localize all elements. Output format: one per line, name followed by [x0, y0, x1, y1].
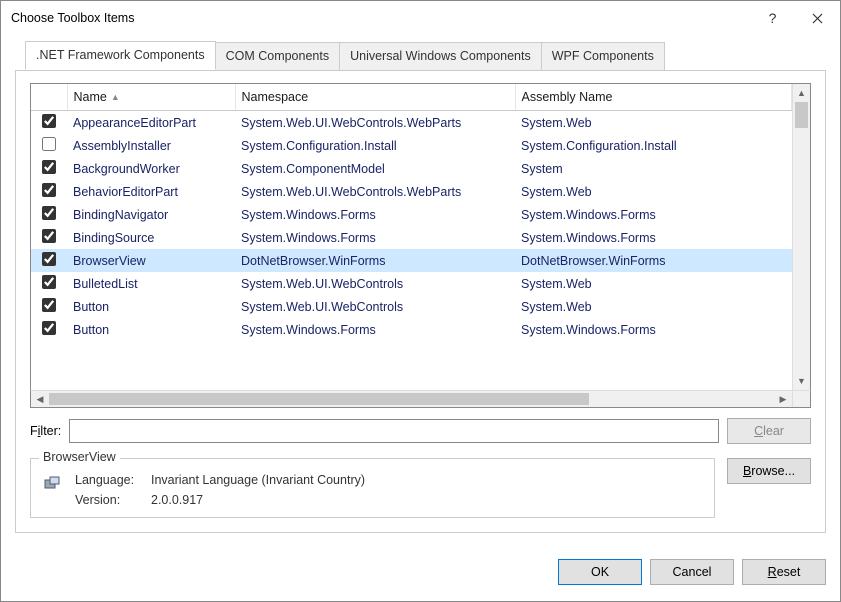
table-row[interactable]: BrowserViewDotNetBrowser.WinFormsDotNetB… [31, 249, 792, 272]
cell-name: AppearanceEditorPart [67, 111, 235, 135]
row-checkbox[interactable] [42, 183, 56, 197]
cell-name: Button [67, 318, 235, 341]
cell-namespace: System.Configuration.Install [235, 134, 515, 157]
cell-assembly: System.Windows.Forms [515, 203, 792, 226]
table-row[interactable]: ButtonSystem.Web.UI.WebControlsSystem.We… [31, 295, 792, 318]
close-icon [812, 13, 823, 24]
titlebar: Choose Toolbox Items ? [1, 1, 840, 35]
tab-com[interactable]: COM Components [216, 42, 341, 71]
row-checkbox[interactable] [42, 252, 56, 266]
table-row[interactable]: BulletedListSystem.Web.UI.WebControlsSys… [31, 272, 792, 295]
clear-button[interactable]: Clear [727, 418, 811, 444]
sort-asc-icon: ▲ [111, 92, 120, 102]
tab-uwp[interactable]: Universal Windows Components [340, 42, 542, 71]
cell-assembly: System [515, 157, 792, 180]
ok-button[interactable]: OK [558, 559, 642, 585]
row-checkbox[interactable] [42, 160, 56, 174]
cell-namespace: System.Web.UI.WebControls [235, 295, 515, 318]
cell-namespace: DotNetBrowser.WinForms [235, 249, 515, 272]
version-value: 2.0.0.917 [151, 493, 365, 507]
cell-namespace: System.Windows.Forms [235, 226, 515, 249]
cell-namespace: System.Web.UI.WebControls.WebParts [235, 111, 515, 135]
table-row[interactable]: BackgroundWorkerSystem.ComponentModelSys… [31, 157, 792, 180]
row-checkbox[interactable] [42, 229, 56, 243]
cell-name: BackgroundWorker [67, 157, 235, 180]
language-value: Invariant Language (Invariant Country) [151, 473, 365, 487]
cell-namespace: System.Web.UI.WebControls [235, 272, 515, 295]
filter-input[interactable] [69, 419, 719, 443]
row-checkbox[interactable] [42, 206, 56, 220]
table-row[interactable]: AssemblyInstallerSystem.Configuration.In… [31, 134, 792, 157]
details-group: BrowserView Language: Invariant Language… [30, 458, 715, 518]
cell-name: Button [67, 295, 235, 318]
horizontal-scrollbar[interactable]: ◀ ▶ [30, 390, 811, 408]
browse-button[interactable]: Browse... [727, 458, 811, 484]
tab-panel: Name▲ Namespace Assembly Name Appearance… [15, 70, 826, 533]
table-row[interactable]: BindingSourceSystem.Windows.FormsSystem.… [31, 226, 792, 249]
details-title: BrowserView [39, 450, 120, 464]
table-row[interactable]: BindingNavigatorSystem.Windows.FormsSyst… [31, 203, 792, 226]
column-headers: Name▲ Namespace Assembly Name [31, 84, 792, 111]
row-checkbox[interactable] [42, 275, 56, 289]
cell-namespace: System.ComponentModel [235, 157, 515, 180]
col-check[interactable] [31, 84, 67, 111]
help-button[interactable]: ? [750, 2, 795, 34]
tab-wpf[interactable]: WPF Components [542, 42, 665, 71]
cell-assembly: System.Web [515, 272, 792, 295]
filter-label: Filter: [30, 424, 61, 438]
cell-namespace: System.Windows.Forms [235, 318, 515, 341]
dialog-footer: OK Cancel Reset [1, 547, 840, 585]
cell-assembly: System.Windows.Forms [515, 318, 792, 341]
reset-button[interactable]: Reset [742, 559, 826, 585]
col-assembly[interactable]: Assembly Name [515, 84, 792, 111]
row-checkbox[interactable] [42, 137, 56, 151]
components-grid: Name▲ Namespace Assembly Name Appearance… [30, 83, 811, 391]
scroll-left-icon[interactable]: ◀ [31, 391, 49, 407]
col-name[interactable]: Name▲ [67, 84, 235, 111]
cancel-button[interactable]: Cancel [650, 559, 734, 585]
cell-namespace: System.Windows.Forms [235, 203, 515, 226]
cell-assembly: System.Web [515, 111, 792, 135]
version-label: Version: [75, 493, 151, 507]
table-row[interactable]: AppearanceEditorPartSystem.Web.UI.WebCon… [31, 111, 792, 135]
row-checkbox[interactable] [42, 321, 56, 335]
row-checkbox[interactable] [42, 298, 56, 312]
window-title: Choose Toolbox Items [11, 11, 750, 25]
cell-name: BindingSource [67, 226, 235, 249]
cell-name: BrowserView [67, 249, 235, 272]
tab-net-framework[interactable]: .NET Framework Components [25, 41, 216, 70]
cell-assembly: System.Web [515, 180, 792, 203]
scroll-thumb[interactable] [795, 102, 808, 128]
table-row[interactable]: BehaviorEditorPartSystem.Web.UI.WebContr… [31, 180, 792, 203]
table-row[interactable]: ButtonSystem.Windows.FormsSystem.Windows… [31, 318, 792, 341]
hscroll-thumb[interactable] [49, 393, 589, 405]
component-icon [43, 475, 61, 493]
scroll-down-icon[interactable]: ▼ [793, 372, 810, 390]
tabstrip: .NET Framework Components COM Components… [25, 41, 826, 70]
cell-assembly: DotNetBrowser.WinForms [515, 249, 792, 272]
cell-name: BehaviorEditorPart [67, 180, 235, 203]
row-checkbox[interactable] [42, 114, 56, 128]
vertical-scrollbar[interactable]: ▲ ▼ [792, 84, 810, 390]
cell-name: BindingNavigator [67, 203, 235, 226]
scroll-right-icon[interactable]: ▶ [774, 391, 792, 407]
close-button[interactable] [795, 2, 840, 34]
cell-assembly: System.Configuration.Install [515, 134, 792, 157]
scroll-up-icon[interactable]: ▲ [793, 84, 810, 102]
cell-name: BulletedList [67, 272, 235, 295]
col-namespace[interactable]: Namespace [235, 84, 515, 111]
cell-assembly: System.Windows.Forms [515, 226, 792, 249]
cell-namespace: System.Web.UI.WebControls.WebParts [235, 180, 515, 203]
cell-name: AssemblyInstaller [67, 134, 235, 157]
language-label: Language: [75, 473, 151, 487]
cell-assembly: System.Web [515, 295, 792, 318]
